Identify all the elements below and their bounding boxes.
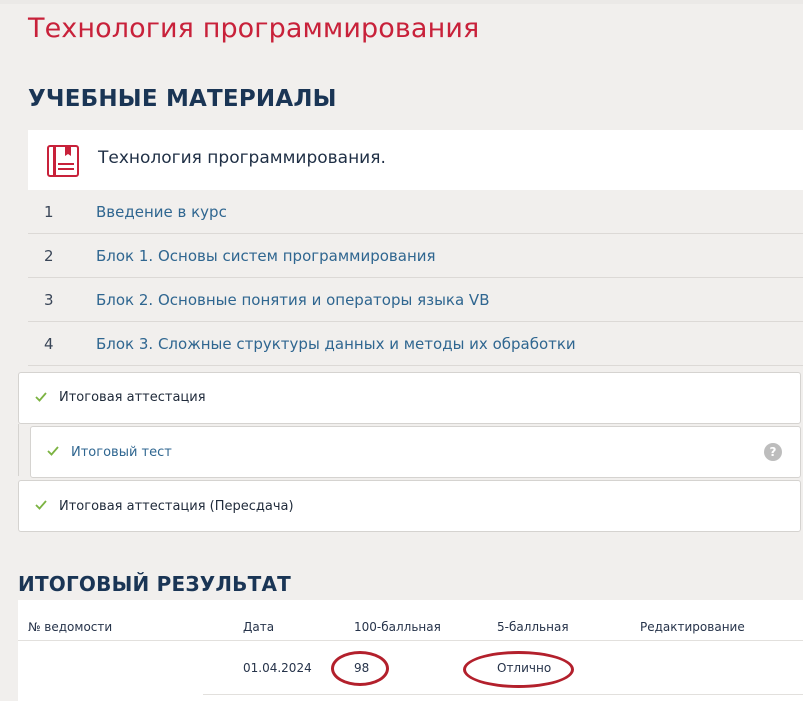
module-link[interactable]: Введение в курс xyxy=(96,203,227,221)
col-date: Дата xyxy=(243,620,275,634)
table-header-row: № ведомости Дата 100-балльная 5-балльная… xyxy=(18,600,803,641)
module-list: 1 Введение в курс 2 Блок 1. Основы систе… xyxy=(28,190,803,366)
retake-attestation-label: Итоговая аттестация (Пересдача) xyxy=(59,499,294,514)
final-test-item[interactable]: Итоговый тест ? xyxy=(30,426,801,478)
module-number: 2 xyxy=(44,247,54,265)
materials-heading: УЧЕБНЫЕ МАТЕРИАЛЫ xyxy=(28,86,337,112)
module-item[interactable]: 3 Блок 2. Основные понятия и операторы я… xyxy=(28,278,803,322)
retake-attestation-item[interactable]: Итоговая аттестация (Пересдача) xyxy=(18,480,801,532)
check-icon xyxy=(35,392,47,402)
nest-rail xyxy=(18,424,29,476)
final-test-link[interactable]: Итоговый тест xyxy=(71,445,172,460)
check-icon xyxy=(35,500,47,510)
module-link[interactable]: Блок 3. Сложные структуры данных и метод… xyxy=(96,335,576,353)
col-edit: Редактирование xyxy=(640,620,745,634)
col-score-100: 100-балльная xyxy=(354,620,441,634)
top-edge xyxy=(0,0,803,4)
module-number: 1 xyxy=(44,203,54,221)
final-attestation-label: Итоговая аттестация xyxy=(59,390,206,405)
col-score-5: 5-балльная xyxy=(497,620,569,634)
module-item[interactable]: 1 Введение в курс xyxy=(28,190,803,234)
score-5-highlight xyxy=(463,651,574,688)
result-heading: ИТОГОВЫЙ РЕЗУЛЬТАТ xyxy=(18,572,291,596)
module-item[interactable]: 4 Блок 3. Сложные структуры данных и мет… xyxy=(28,322,803,366)
module-number: 3 xyxy=(44,291,54,309)
col-sheet-number: № ведомости xyxy=(28,620,113,634)
module-item[interactable]: 2 Блок 1. Основы систем программирования xyxy=(28,234,803,278)
final-attestation-item[interactable]: Итоговая аттестация xyxy=(18,372,801,424)
module-link[interactable]: Блок 2. Основные понятия и операторы язы… xyxy=(96,291,490,309)
cell-date: 01.04.2024 xyxy=(243,661,312,675)
course-card: Технология программирования. xyxy=(28,130,803,190)
score-100-highlight xyxy=(331,651,389,686)
module-link[interactable]: Блок 1. Основы систем программирования xyxy=(96,247,436,265)
book-icon xyxy=(47,145,79,177)
page-title: Технология программирования xyxy=(28,13,480,44)
row-divider xyxy=(203,694,803,695)
result-table: № ведомости Дата 100-балльная 5-балльная… xyxy=(18,600,803,701)
help-icon[interactable]: ? xyxy=(764,443,782,461)
course-name[interactable]: Технология программирования. xyxy=(98,148,386,168)
module-number: 4 xyxy=(44,335,54,353)
check-icon xyxy=(47,446,59,456)
